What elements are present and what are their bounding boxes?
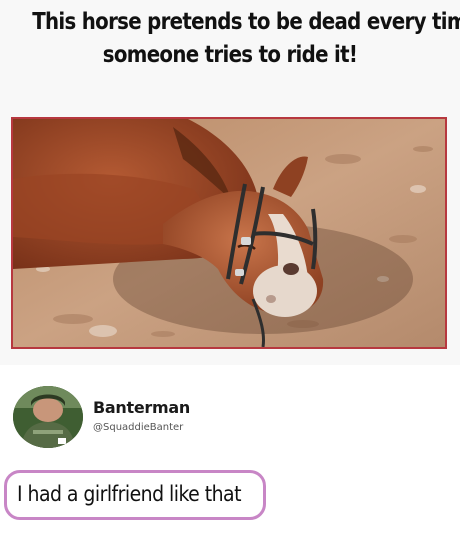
meme-caption: This horse pretends to be dead every tim… bbox=[32, 6, 460, 72]
horse-photo bbox=[11, 117, 447, 349]
user-handle[interactable]: @SquaddieBanter bbox=[93, 422, 183, 433]
caption-line-2: someone tries to ride it! bbox=[102, 42, 358, 68]
avatar[interactable] bbox=[13, 386, 83, 448]
caption-line-1: This horse pretends to be dead every tim… bbox=[32, 9, 460, 35]
tweet-card: Banterman @SquaddieBanter I had a girlfr… bbox=[0, 365, 460, 535]
meme-post: This horse pretends to be dead every tim… bbox=[0, 0, 460, 535]
display-name[interactable]: Banterman bbox=[93, 398, 190, 417]
reply-text: I had a girlfriend like that bbox=[17, 482, 242, 506]
reply-highlight: I had a girlfriend like that bbox=[4, 470, 266, 520]
